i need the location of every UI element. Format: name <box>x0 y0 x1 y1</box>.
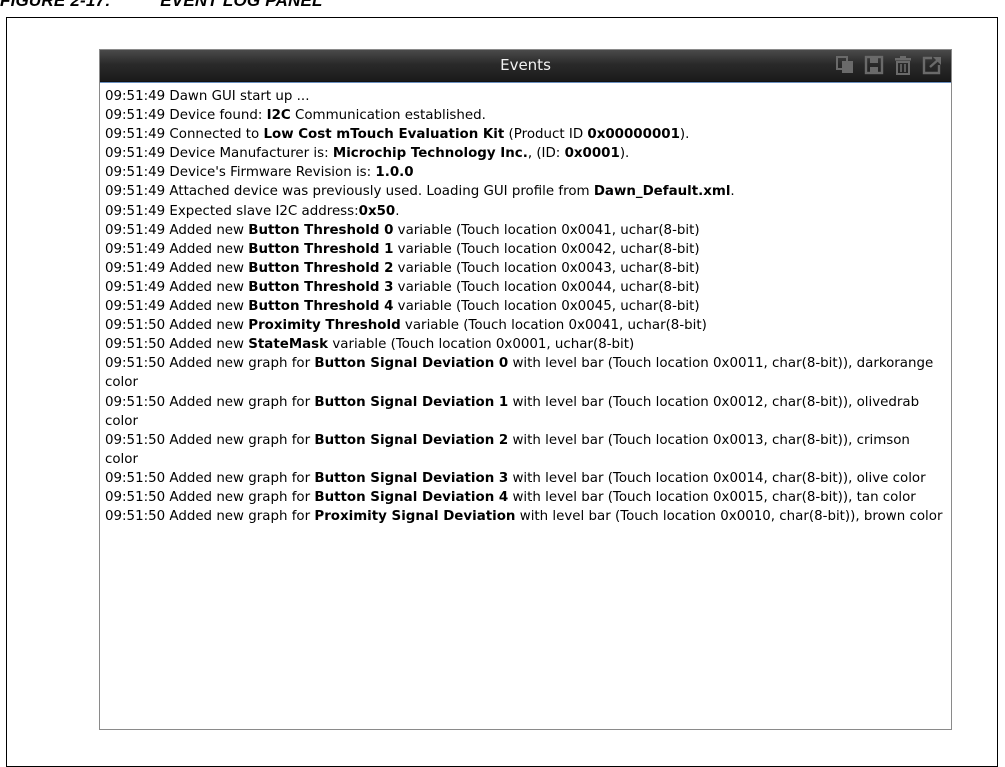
log-entry: 09:51:49 Expected slave I2C address:0x50… <box>105 202 945 221</box>
log-entry-highlight: StateMask <box>248 337 329 353</box>
log-entry: 09:51:49 Added new Button Threshold 0 va… <box>105 221 945 240</box>
log-entry-text: variable (Touch location 0x0041, uchar(8… <box>393 222 700 238</box>
log-entry-highlight: Button Threshold 1 <box>248 241 394 257</box>
log-entry-text: with level bar (Touch location 0x0010, c… <box>515 509 943 525</box>
log-entry-text: variable (Touch location 0x0042, uchar(8… <box>393 241 700 257</box>
log-entry-text: 09:51:49 Device found: <box>105 108 267 124</box>
popout-icon[interactable] <box>921 55 943 75</box>
log-entry-text: ). <box>679 127 690 143</box>
log-entry-text: with level bar (Touch location 0x0015, c… <box>508 489 916 505</box>
log-entry-highlight: 1.0.0 <box>375 165 414 181</box>
log-entry-text: 09:51:50 Added new graph for <box>105 470 315 486</box>
log-entry-highlight: Proximity Signal Deviation <box>314 509 516 525</box>
log-entry-text: variable (Touch location 0x0043, uchar(8… <box>393 260 700 276</box>
log-entry-text: with level bar (Touch location 0x0014, c… <box>508 470 926 486</box>
log-entry-text: 09:51:49 Added new <box>105 241 249 257</box>
panel-toolbar <box>834 55 943 75</box>
figure-frame: Events 09:51:49 Dawn GUI start up ... 09:… <box>6 17 998 767</box>
log-entry-highlight: Microchip Technology Inc. <box>332 146 528 162</box>
log-entry-highlight: Button Threshold 2 <box>248 260 394 276</box>
log-entry: 09:51:49 Dawn GUI start up ... <box>105 87 945 106</box>
log-entry-text: 09:51:49 Expected slave I2C address: <box>105 203 359 219</box>
log-entry-highlight: Proximity Threshold <box>248 318 401 334</box>
log-entry: 09:51:49 Attached device was previously … <box>105 182 945 201</box>
log-entry: 09:51:50 Added new graph for Button Sign… <box>105 431 945 469</box>
log-entry-text: 09:51:50 Added new graph for <box>105 394 315 410</box>
log-entry: 09:51:49 Device Manufacturer is: Microch… <box>105 144 945 163</box>
log-entry-text: variable (Touch location 0x0044, uchar(8… <box>393 279 700 295</box>
log-entry-highlight: Button Signal Deviation 1 <box>314 394 509 410</box>
log-entry: 09:51:50 Added new StateMask variable (T… <box>105 335 945 354</box>
log-entry-text: 09:51:49 Connected to <box>105 127 264 143</box>
event-log[interactable]: 09:51:49 Dawn GUI start up ... 09:51:49 D… <box>100 82 951 729</box>
log-entry-highlight: Button Threshold 4 <box>248 299 394 315</box>
log-entry: 09:51:50 Added new graph for Button Sign… <box>105 469 945 488</box>
log-entry-text: 09:51:49 Device's Firmware Revision is: <box>105 165 376 181</box>
log-entry: 09:51:50 Added new Proximity Threshold v… <box>105 316 945 335</box>
log-entry-text: variable (Touch location 0x0041, uchar(8… <box>400 318 707 334</box>
log-entry-text: 09:51:49 Added new <box>105 260 249 276</box>
log-entry: 09:51:49 Device's Firmware Revision is: … <box>105 163 945 182</box>
log-entry: 09:51:49 Added new Button Threshold 2 va… <box>105 259 945 278</box>
log-entry-text: variable (Touch location 0x0045, uchar(8… <box>393 299 700 315</box>
log-entry-text: 09:51:49 Device Manufacturer is: <box>105 146 333 162</box>
figure-caption: FIGURE 2-17: EVENT LOG PANEL <box>0 0 323 10</box>
log-entry: 09:51:49 Connected to Low Cost mTouch Ev… <box>105 125 945 144</box>
log-entry-text: 09:51:49 Added new <box>105 299 249 315</box>
panel-titlebar: Events <box>100 50 951 82</box>
log-entry-text: 09:51:50 Added new graph for <box>105 509 315 525</box>
copy-icon[interactable] <box>834 55 856 75</box>
log-entry: 09:51:49 Added new Button Threshold 3 va… <box>105 278 945 297</box>
log-entry-highlight: Button Signal Deviation 4 <box>314 489 509 505</box>
trash-icon[interactable] <box>892 55 914 75</box>
log-entry-text: 09:51:50 Added new graph for <box>105 489 315 505</box>
log-entry-text: 09:51:49 Added new <box>105 279 249 295</box>
log-entry-highlight: Dawn_Default.xml <box>593 184 731 200</box>
save-icon[interactable] <box>863 55 885 75</box>
log-entry-text: 09:51:50 Added new graph for <box>105 356 315 372</box>
log-entry-text: 09:51:50 Added new <box>105 337 249 353</box>
log-entry-text: 09:51:50 Added new graph for <box>105 432 315 448</box>
log-entry-text: 09:51:49 Added new <box>105 222 249 238</box>
events-panel: Events 09:51:49 Dawn GUI start up ... 09:… <box>99 49 952 730</box>
log-entry: 09:51:50 Added new graph for Proximity S… <box>105 507 945 526</box>
log-entry-highlight: Low Cost mTouch Evaluation Kit <box>263 127 505 143</box>
log-entry-text: 09:51:50 Added new <box>105 318 249 334</box>
log-entry-text: ). <box>619 146 630 162</box>
log-entry-text: , (ID: <box>527 146 565 162</box>
log-entry-highlight: Button Threshold 0 <box>248 222 394 238</box>
log-entry-highlight: Button Signal Deviation 0 <box>314 356 509 372</box>
panel-title: Events <box>500 56 551 74</box>
log-entry-highlight: 0x0001 <box>564 146 620 162</box>
log-entry-highlight: 0x00000001 <box>587 127 680 143</box>
log-entry-text: (Product ID <box>504 127 588 143</box>
log-entry-highlight: Button Threshold 3 <box>248 279 394 295</box>
log-entry-text: 09:51:49 Attached device was previously … <box>105 184 594 200</box>
log-entry-text: Communication established. <box>290 108 486 124</box>
log-entry: 09:51:49 Added new Button Threshold 4 va… <box>105 297 945 316</box>
log-entry: 09:51:50 Added new graph for Button Sign… <box>105 393 945 431</box>
log-entry-text: . <box>395 203 400 219</box>
log-entry-text: variable (Touch location 0x0001, uchar(8… <box>328 337 635 353</box>
log-entry: 09:51:50 Added new graph for Button Sign… <box>105 354 945 392</box>
log-entry: 09:51:49 Added new Button Threshold 1 va… <box>105 240 945 259</box>
log-entry-highlight: 0x50 <box>358 203 396 219</box>
log-entry-text: . <box>730 184 735 200</box>
log-entry: 09:51:49 Device found: I2C Communication… <box>105 106 945 125</box>
log-entry-highlight: Button Signal Deviation 3 <box>314 470 509 486</box>
log-entry-highlight: I2C <box>266 108 291 124</box>
log-entry: 09:51:50 Added new graph for Button Sign… <box>105 488 945 507</box>
log-entry-highlight: Button Signal Deviation 2 <box>314 432 509 448</box>
log-entry-text: 09:51:49 Dawn GUI start up ... <box>105 89 310 104</box>
